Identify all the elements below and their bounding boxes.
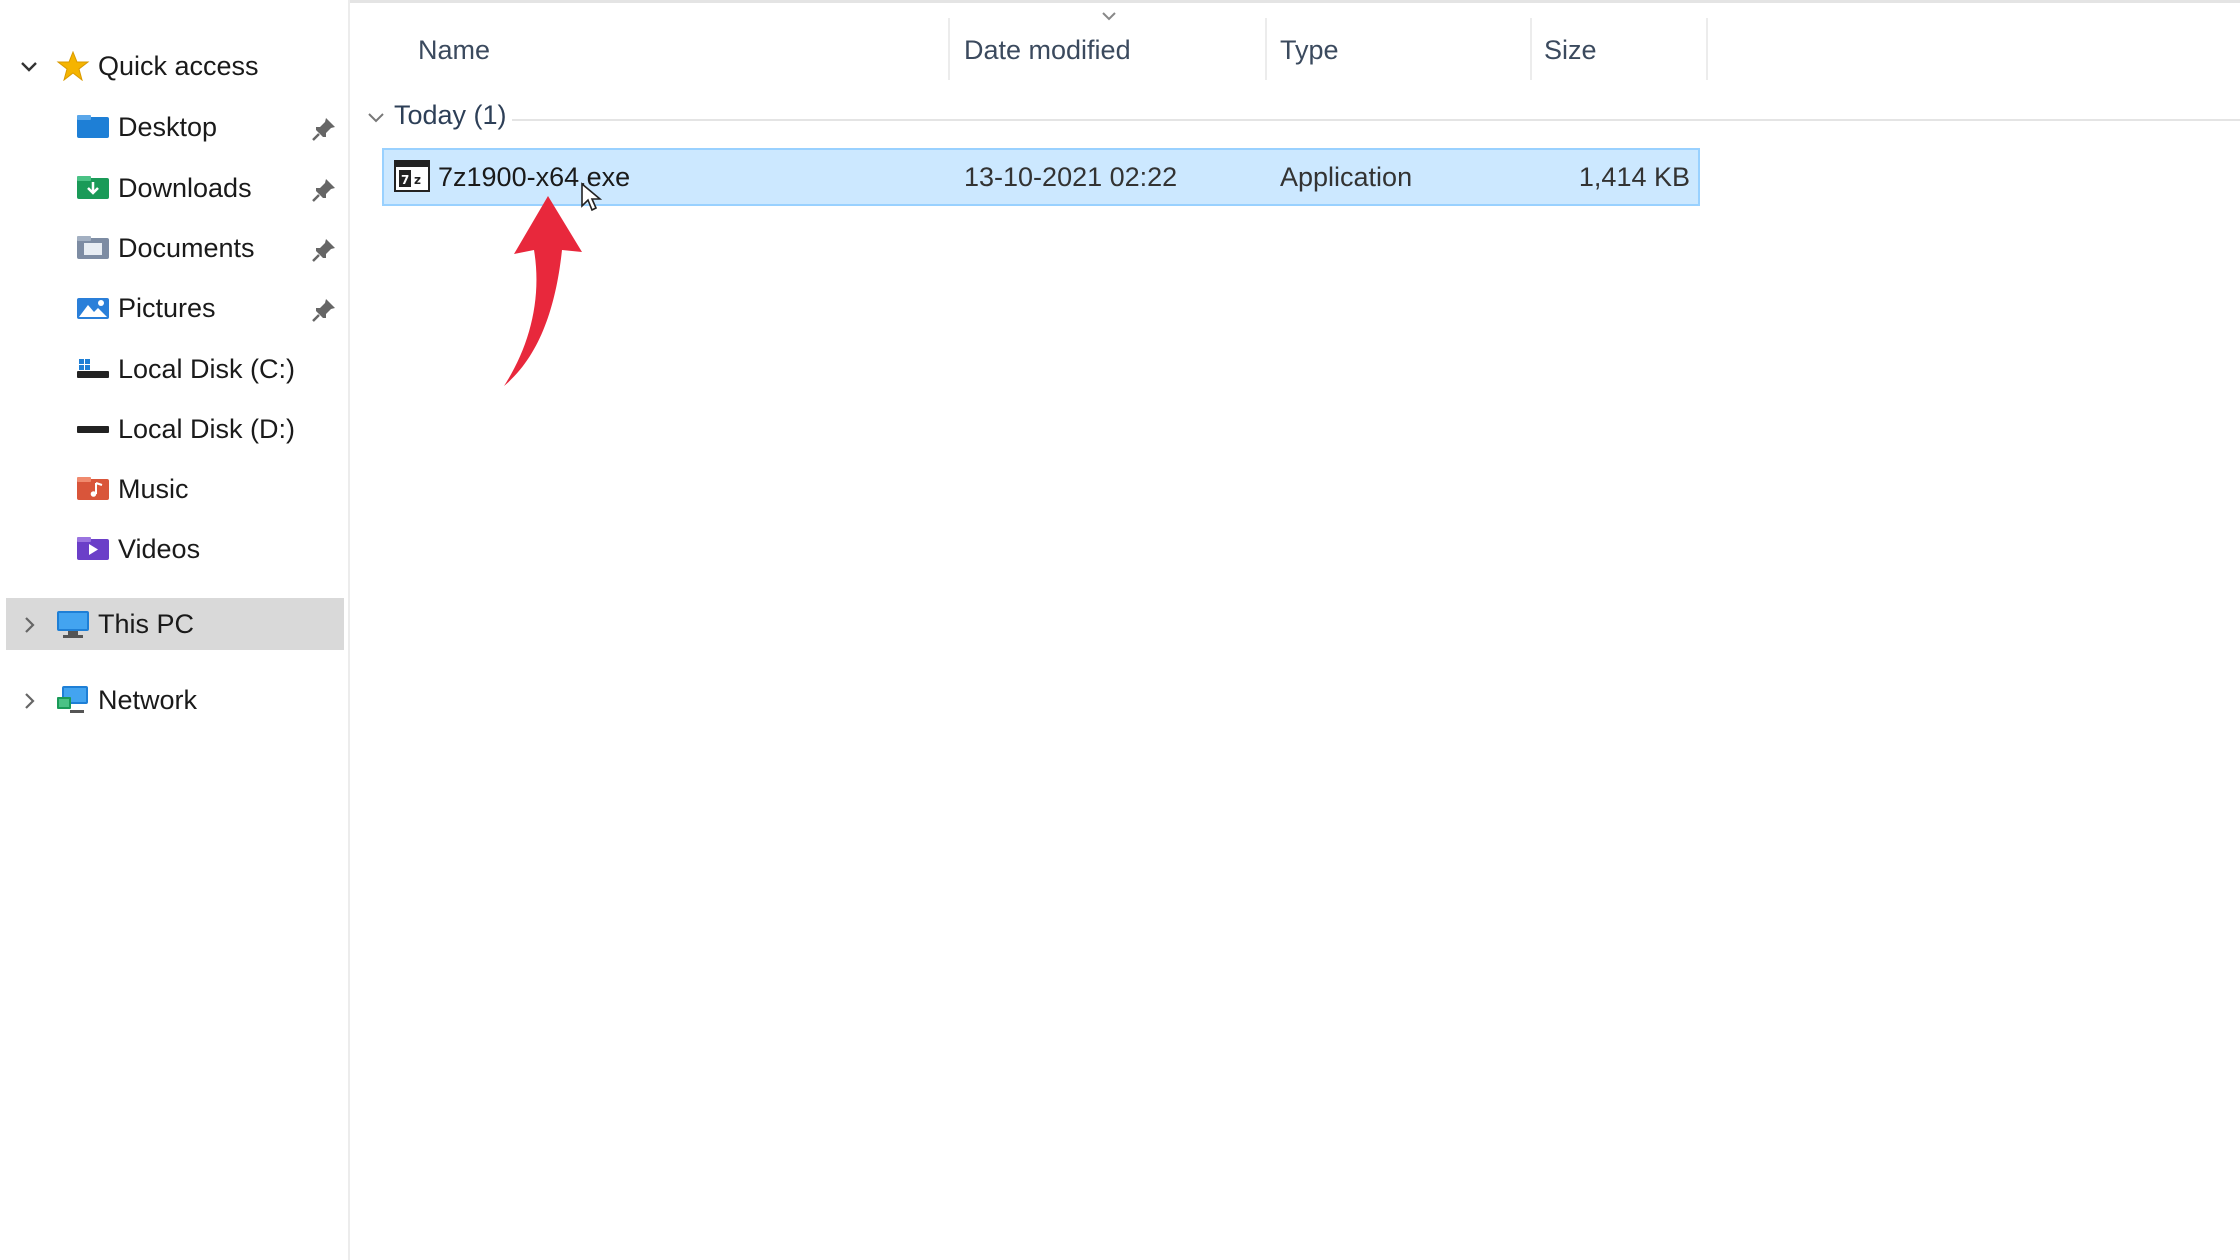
desktop-icon xyxy=(77,115,109,138)
file-date-modified: 13-10-2021 02:22 xyxy=(964,162,1178,192)
sidebar-item-label: Downloads xyxy=(118,172,252,203)
sidebar-item-network[interactable]: Network xyxy=(0,672,348,728)
quick-access-label: Quick access xyxy=(98,50,259,81)
pin-icon[interactable] xyxy=(310,176,338,204)
column-header-name[interactable]: Name xyxy=(418,22,490,78)
sidebar-item-label: Desktop xyxy=(118,111,218,142)
sidebar-item-label: Local Disk (D:) xyxy=(118,413,296,444)
sidebar-item-label: Documents xyxy=(118,232,255,263)
network-icon xyxy=(57,686,88,713)
sidebar-item-local-disk-c[interactable]: Local Disk (C:) xyxy=(0,341,348,397)
sidebar-item-music[interactable]: Music xyxy=(0,461,348,517)
column-separator[interactable] xyxy=(1530,18,1532,80)
column-separator[interactable] xyxy=(948,18,950,80)
videos-icon xyxy=(77,537,109,560)
sidebar-item-label: Music xyxy=(118,473,189,504)
column-header-date-modified[interactable]: Date modified xyxy=(964,22,1131,78)
sidebar-item-pictures[interactable]: Pictures xyxy=(0,280,348,336)
documents-icon xyxy=(77,236,109,259)
column-separator[interactable] xyxy=(1706,18,1708,80)
column-header-size[interactable]: Size xyxy=(1544,22,1597,78)
chevron-down-icon[interactable] xyxy=(366,108,386,128)
pictures-icon xyxy=(77,298,109,319)
sidebar-item-this-pc[interactable]: This PC xyxy=(6,598,344,650)
svg-text:7: 7 xyxy=(401,173,409,187)
group-header-today[interactable]: Today (1) xyxy=(360,96,2240,142)
music-icon xyxy=(77,477,109,500)
downloads-icon xyxy=(77,176,109,199)
chevron-right-icon[interactable] xyxy=(18,614,40,636)
sidebar-item-label: Local Disk (C:) xyxy=(118,353,296,384)
pin-icon[interactable] xyxy=(310,296,338,324)
chevron-right-icon[interactable] xyxy=(18,690,40,712)
top-divider xyxy=(276,0,2240,3)
local-disk-c-icon xyxy=(77,359,109,378)
pin-icon[interactable] xyxy=(310,236,338,264)
sidebar-item-local-disk-d[interactable]: Local Disk (D:) xyxy=(0,401,348,457)
file-size: 1,414 KB xyxy=(1578,162,1690,192)
star-icon xyxy=(56,51,90,81)
local-disk-d-icon xyxy=(77,426,109,433)
sidebar-item-label: Network xyxy=(98,684,198,715)
sidebar-item-label: Videos xyxy=(118,533,201,564)
group-divider xyxy=(512,119,2240,121)
nav-quick-access[interactable]: Quick access xyxy=(0,38,348,94)
sidebar-item-documents[interactable]: Documents xyxy=(0,220,348,276)
annotation-arrow xyxy=(504,196,582,386)
application-exe-icon: 7 z xyxy=(394,160,430,192)
sort-caret-icon xyxy=(1102,12,1116,21)
column-header-type[interactable]: Type xyxy=(1280,22,1339,78)
sidebar-item-label: This PC xyxy=(98,608,195,639)
sidebar-item-videos[interactable]: Videos xyxy=(0,521,348,577)
group-label: Today (1) xyxy=(394,100,507,130)
pane-divider[interactable] xyxy=(348,0,350,1260)
sidebar-item-desktop[interactable]: Desktop xyxy=(0,99,348,155)
chevron-down-icon[interactable] xyxy=(18,56,40,78)
navigation-pane: Quick access Desktop Downloads Documents… xyxy=(0,0,348,1260)
file-type: Application xyxy=(1280,162,1413,192)
pin-icon[interactable] xyxy=(310,115,338,143)
sidebar-item-downloads[interactable]: Downloads xyxy=(0,160,348,216)
column-separator[interactable] xyxy=(1265,18,1267,80)
computer-icon xyxy=(57,611,89,638)
sidebar-item-label: Pictures xyxy=(118,292,216,323)
svg-text:z: z xyxy=(414,173,421,187)
